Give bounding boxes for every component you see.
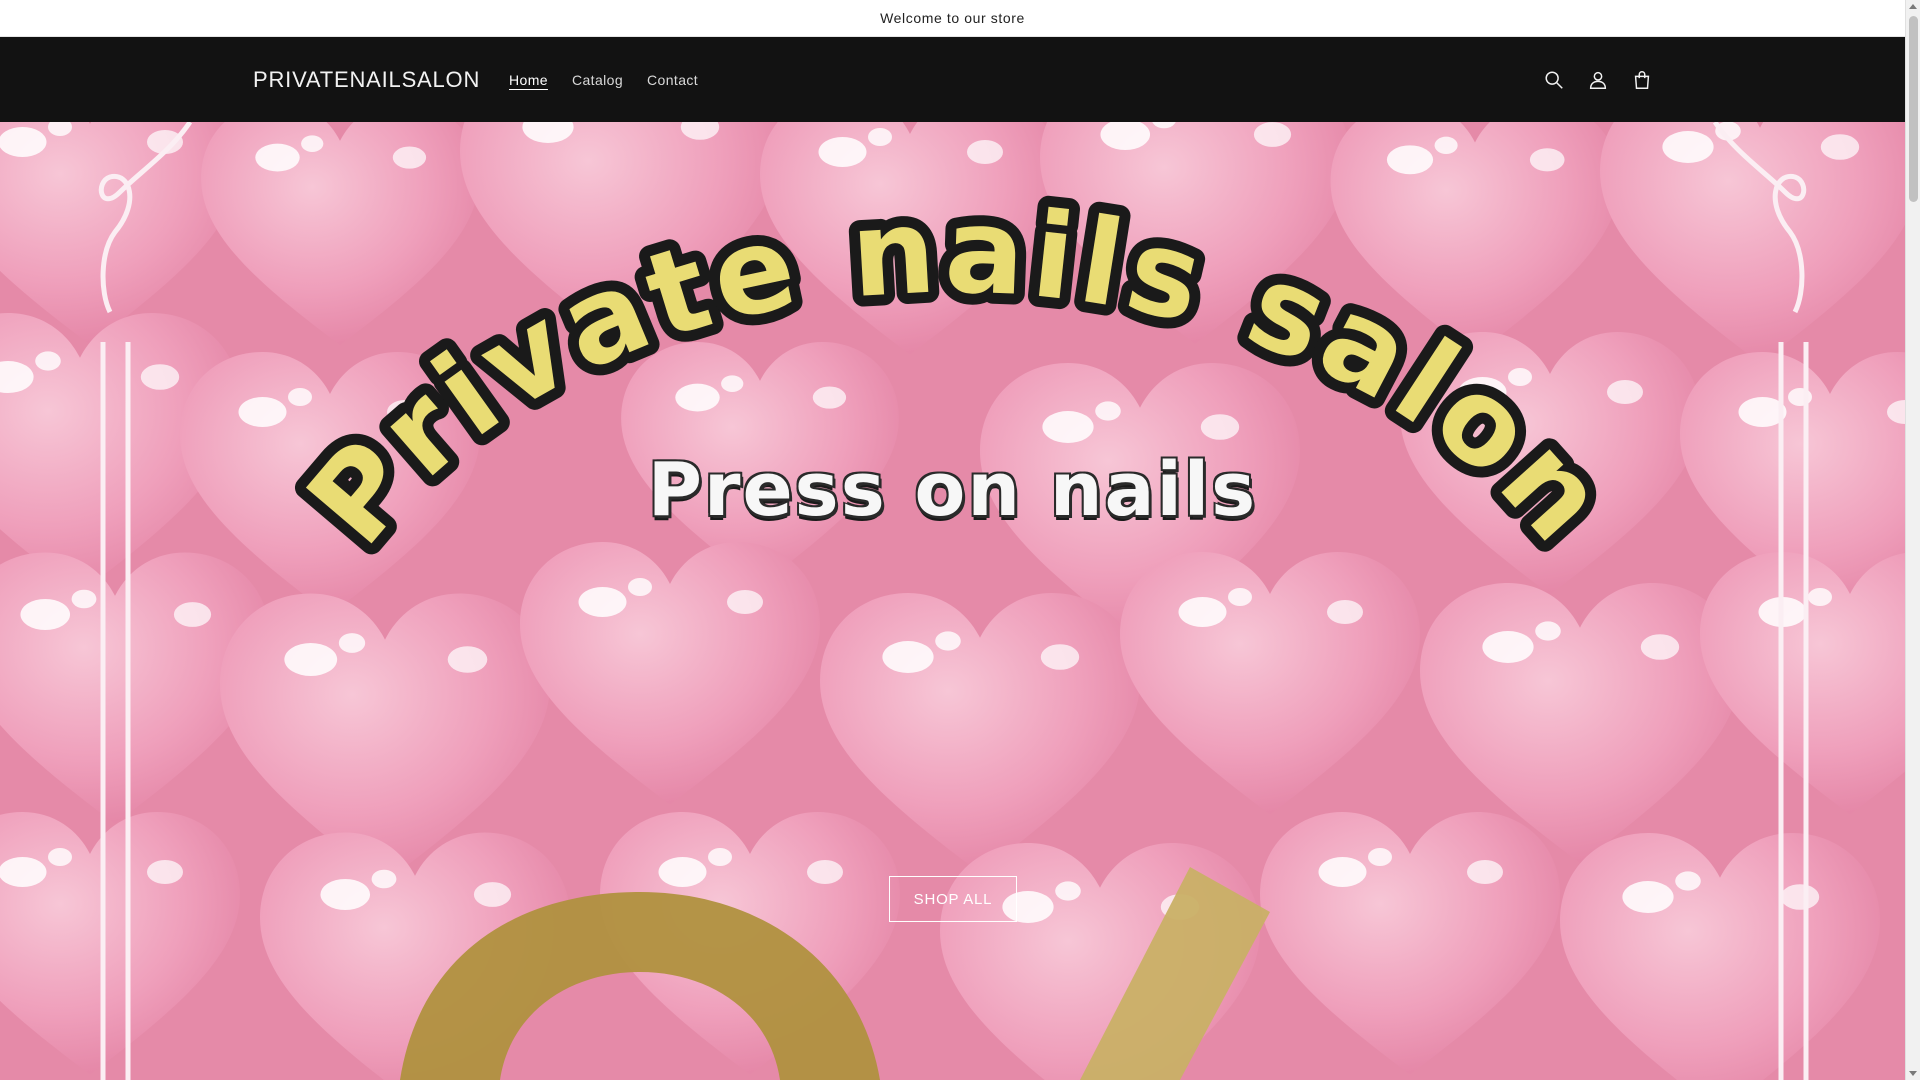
nav-contact[interactable]: Contact [635, 72, 710, 88]
scroll-up-arrow-icon[interactable] [1909, 4, 1917, 9]
page-scrollbar[interactable] [1905, 0, 1920, 1080]
account-icon [1589, 71, 1607, 89]
search-button[interactable] [1539, 65, 1569, 95]
hero-subtitle: Press on nails [647, 447, 1258, 533]
header-icons [1539, 37, 1657, 122]
search-icon [1545, 70, 1563, 89]
scroll-down-arrow-icon[interactable] [1909, 1071, 1917, 1076]
main-nav: Home Catalog Contact [497, 37, 710, 122]
page: Welcome to our store PRIVATENAILSALON Ho… [0, 0, 1905, 1080]
hero-banner: Private nails salon Private nails salon … [0, 122, 1905, 1080]
announcement-text: Welcome to our store [880, 10, 1025, 26]
hero-background [0, 122, 1905, 1080]
cart-icon [1634, 70, 1650, 89]
brand-logo[interactable]: PRIVATENAILSALON [253, 37, 480, 122]
shop-all-button[interactable]: SHOP ALL [889, 876, 1017, 922]
site-header: PRIVATENAILSALON Home Catalog Contact [0, 37, 1905, 122]
scroll-thumb[interactable] [1909, 16, 1918, 202]
cart-button[interactable] [1627, 65, 1657, 95]
nav-home[interactable]: Home [497, 72, 560, 88]
nav-catalog[interactable]: Catalog [560, 72, 635, 88]
account-button[interactable] [1583, 65, 1613, 95]
announcement-bar: Welcome to our store [0, 0, 1905, 37]
